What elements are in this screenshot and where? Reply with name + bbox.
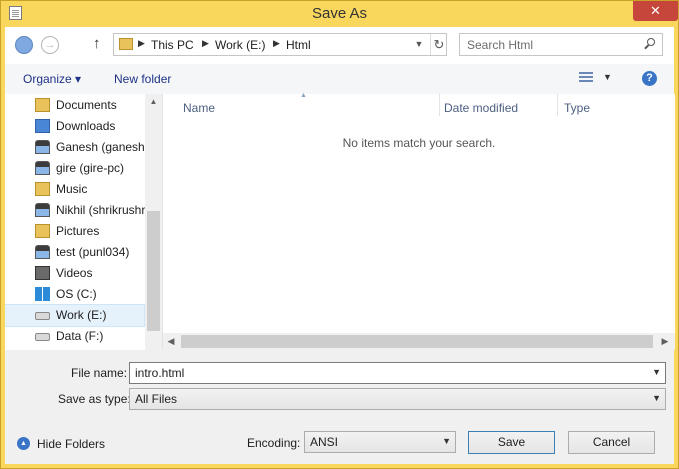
folder-icon (119, 38, 133, 50)
sidebar-item-nikhil[interactable]: Nikhil (shrikrushr (5, 200, 146, 221)
chevron-down-icon[interactable]: ▼ (412, 36, 426, 53)
sidebar-item-label: Videos (56, 266, 93, 280)
sidebar-item-downloads[interactable]: Downloads (5, 116, 144, 137)
save-button[interactable]: Save (468, 431, 555, 454)
scrollbar-thumb[interactable] (181, 335, 653, 348)
documents-folder-icon (35, 98, 50, 112)
encoding-select[interactable]: ANSI ▼ (304, 431, 456, 453)
file-name-value[interactable]: intro.html (135, 366, 184, 380)
cancel-button[interactable]: Cancel (568, 431, 655, 454)
chevron-right-icon[interactable]: ▶ (273, 38, 280, 49)
file-name-label: File name: (71, 366, 128, 380)
navigation-pane: Documents Downloads Ganesh (ganesh- gire… (5, 94, 162, 350)
network-user-icon (35, 161, 50, 175)
windows-drive-icon (35, 287, 50, 301)
command-bar: Organize ▾ New folder ▼ ? (5, 64, 674, 94)
scroll-up-icon[interactable]: ▲ (145, 94, 162, 110)
save-as-type-value: All Files (135, 392, 178, 406)
scroll-left-icon[interactable]: ◀ (163, 333, 179, 350)
sidebar-item-label: Pictures (56, 224, 100, 238)
sidebar-item-os-drive[interactable]: OS (C:) (5, 284, 144, 305)
network-user-icon (35, 203, 50, 217)
save-as-dialog: Save As ✕ → ↑ ▶ This PC ▶ Work (E:) ▶ Ht… (0, 0, 679, 469)
sidebar-item-gire[interactable]: gire (gire-pc) (5, 158, 144, 179)
drive-icon (35, 333, 50, 341)
music-folder-icon (35, 182, 50, 196)
downloads-folder-icon (35, 119, 50, 133)
encoding-label: Encoding: (247, 436, 301, 450)
chevron-down-icon[interactable]: ▼ (652, 367, 661, 377)
sidebar-item-pictures[interactable]: Pictures (5, 221, 144, 242)
sidebar-item-label: Data (F:) (56, 329, 104, 343)
column-header-type[interactable]: Type (564, 101, 590, 115)
help-icon[interactable]: ? (642, 71, 657, 86)
breadcrumb-work-drive[interactable]: Work (E:) (215, 38, 265, 52)
address-bar[interactable]: ▶ This PC ▶ Work (E:) ▶ Html ▼ ↻ (113, 33, 447, 56)
save-as-type-select[interactable]: All Files ▼ (129, 388, 666, 410)
save-options: File name: intro.html ▼ Save as type: Al… (5, 350, 674, 464)
drive-icon (35, 312, 50, 320)
title-bar[interactable]: Save As ✕ (1, 1, 678, 27)
search-icon[interactable] (647, 38, 655, 46)
file-list-scrollbar[interactable]: ◀ ▶ (163, 333, 675, 350)
column-divider[interactable] (439, 94, 440, 116)
search-input[interactable]: Search Html (467, 38, 533, 52)
new-folder-button[interactable]: New folder (114, 72, 171, 86)
file-name-field[interactable]: intro.html ▼ (129, 362, 666, 384)
chevron-down-icon[interactable]: ▼ (603, 72, 612, 82)
sidebar-item-label: gire (gire-pc) (56, 161, 125, 175)
sidebar-item-label: OS (C:) (56, 287, 97, 301)
save-as-type-label: Save as type: (58, 392, 131, 406)
empty-message: No items match your search. (342, 136, 496, 150)
pictures-folder-icon (35, 224, 50, 238)
sidebar-item-documents[interactable]: Documents (5, 95, 144, 116)
organize-button[interactable]: Organize ▾ (23, 72, 81, 86)
sidebar-item-label: Music (56, 182, 88, 196)
sidebar-item-videos[interactable]: Videos (5, 263, 144, 284)
chevron-right-icon[interactable]: ▶ (138, 38, 145, 49)
scroll-right-icon[interactable]: ▶ (657, 333, 673, 350)
network-user-icon (35, 245, 50, 259)
breadcrumb-this-pc[interactable]: This PC (151, 38, 194, 52)
file-list: ▲ Name Date modified Type No items match… (162, 92, 675, 350)
chevron-right-icon[interactable]: ▶ (202, 38, 209, 49)
videos-folder-icon (35, 266, 50, 280)
up-arrow-icon[interactable]: ↑ (93, 35, 101, 52)
sidebar-item-test[interactable]: test (punl034) (5, 242, 144, 263)
sidebar-item-label: Documents (56, 98, 117, 112)
close-button[interactable]: ✕ (633, 1, 678, 21)
sidebar-item-work-drive[interactable]: Work (E:) (5, 304, 145, 327)
collapse-up-icon: ▲ (17, 437, 30, 450)
chevron-down-icon[interactable]: ▼ (652, 393, 661, 403)
chevron-down-icon[interactable]: ▼ (442, 436, 451, 446)
network-user-icon (35, 140, 50, 154)
sidebar-item-data-drive[interactable]: Data (F:) (5, 326, 144, 347)
sidebar-item-label: Ganesh (ganesh- (56, 140, 149, 154)
sidebar-item-ganesh[interactable]: Ganesh (ganesh- (5, 137, 149, 158)
column-divider[interactable] (557, 94, 558, 116)
nav-scrollbar[interactable]: ▲ (145, 94, 162, 350)
dialog-body: → ↑ ▶ This PC ▶ Work (E:) ▶ Html ▼ ↻ Sea… (5, 27, 675, 464)
forward-button[interactable]: → (41, 36, 59, 54)
breadcrumb-html[interactable]: Html (286, 38, 311, 52)
sidebar-item-music[interactable]: Music (5, 179, 144, 200)
encoding-value: ANSI (310, 435, 339, 449)
view-options-icon[interactable] (579, 72, 593, 83)
back-button[interactable] (15, 36, 33, 54)
sort-caret-icon: ▲ (300, 92, 307, 99)
sidebar-item-label: Nikhil (shrikrushr (56, 203, 146, 217)
refresh-icon[interactable]: ↻ (430, 34, 447, 55)
hide-folders-label: Hide Folders (37, 437, 106, 451)
window-title: Save As (311, 5, 368, 22)
scrollbar-thumb[interactable] (147, 211, 160, 331)
search-box[interactable]: Search Html (459, 33, 663, 56)
column-header-name[interactable]: Name (183, 101, 215, 115)
sidebar-item-label: test (punl034) (56, 245, 130, 259)
sidebar-item-label: Work (E:) (56, 308, 107, 322)
column-header-date-modified[interactable]: Date modified (444, 101, 518, 115)
sidebar-item-label: Downloads (56, 119, 116, 133)
